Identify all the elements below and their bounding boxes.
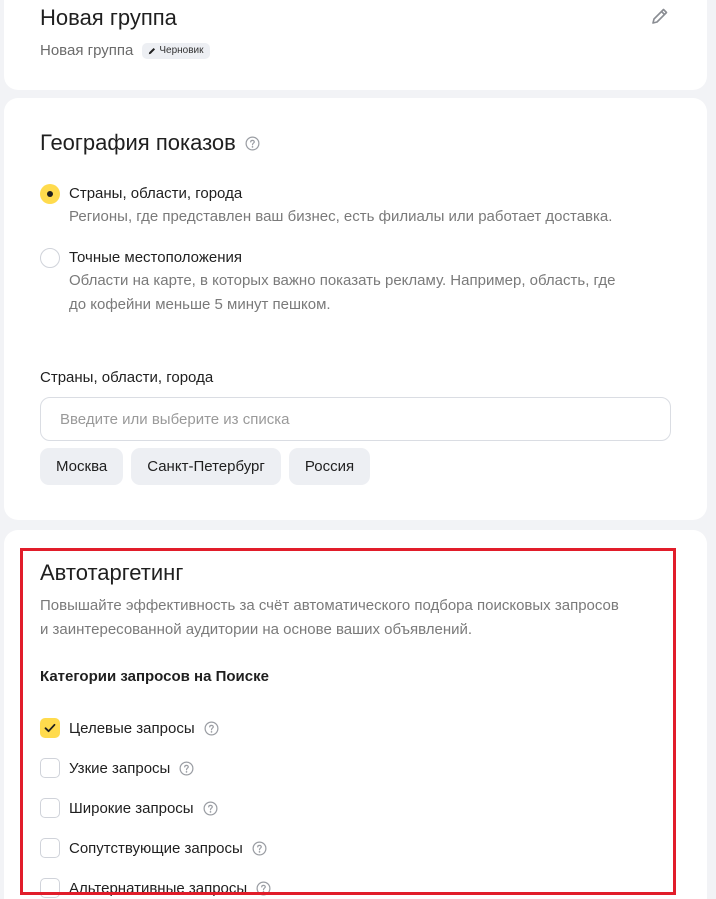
question-circle-icon[interactable] bbox=[245, 136, 260, 151]
checkbox-narrow[interactable] bbox=[40, 758, 60, 778]
question-circle-icon[interactable] bbox=[203, 801, 218, 816]
radio-exact-description-line2: до кофейни меньше 5 минут пешком. bbox=[69, 296, 331, 313]
category-related-label: Сопутствующие запросы bbox=[69, 839, 243, 857]
category-narrow-label: Узкие запросы bbox=[69, 759, 171, 777]
region-chips: Москва Санкт-Петербург Россия bbox=[40, 448, 371, 485]
radio-exact-text: Точные местоположения Области на карте, … bbox=[69, 248, 615, 317]
pencil-small-icon bbox=[149, 47, 156, 54]
group-title: Новая группа bbox=[40, 5, 177, 30]
category-narrow[interactable]: Узкие запросы bbox=[40, 748, 271, 788]
question-circle-icon[interactable] bbox=[179, 761, 194, 776]
group-card: Новая группа Новая группа Черновик bbox=[4, 0, 707, 90]
question-circle-icon[interactable] bbox=[204, 721, 219, 736]
categories-list: Целевые запросы Узкие запросы Широкие за… bbox=[40, 708, 271, 899]
chip-saint-petersburg[interactable]: Санкт-Петербург bbox=[131, 448, 281, 485]
geography-title-row: География показов bbox=[40, 130, 260, 156]
category-broad-label: Широкие запросы bbox=[69, 799, 194, 817]
regions-field-label: Страны, области, города bbox=[40, 369, 214, 386]
radio-exact-description: Области на карте, в которых важно показа… bbox=[69, 269, 615, 317]
radio-regions-label: Страны, области, города bbox=[69, 185, 243, 202]
autotargeting-title: Автотаргетинг bbox=[40, 560, 184, 585]
category-alternative-label: Альтернативные запросы bbox=[69, 879, 248, 897]
checkbox-alternative[interactable] bbox=[40, 878, 60, 898]
category-alternative[interactable]: Альтернативные запросы bbox=[40, 868, 271, 899]
category-target[interactable]: Целевые запросы bbox=[40, 708, 271, 748]
chip-russia[interactable]: Россия bbox=[288, 448, 371, 485]
radio-regions[interactable] bbox=[40, 184, 60, 204]
categories-title: Категории запросов на Поиске bbox=[40, 668, 269, 685]
pencil-icon[interactable] bbox=[648, 4, 672, 28]
checkbox-related[interactable] bbox=[40, 838, 60, 858]
autotargeting-card: Автотаргетинг Повышайте эффективность за… bbox=[4, 530, 707, 899]
category-broad[interactable]: Широкие запросы bbox=[40, 788, 271, 828]
geography-title: География показов bbox=[40, 130, 236, 155]
group-subtitle-row: Новая группа Черновик bbox=[40, 42, 210, 59]
category-related[interactable]: Сопутствующие запросы bbox=[40, 828, 271, 868]
category-target-label: Целевые запросы bbox=[69, 719, 195, 737]
draft-badge: Черновик bbox=[142, 42, 210, 59]
autotargeting-description-line1: Повышайте эффективность за счёт автомати… bbox=[40, 597, 619, 614]
group-subtitle: Новая группа bbox=[40, 42, 134, 59]
radio-option-exact[interactable]: Точные местоположения Области на карте, … bbox=[40, 248, 615, 317]
question-circle-icon[interactable] bbox=[256, 881, 271, 896]
radio-option-regions[interactable]: Страны, области, города Регионы, где пре… bbox=[40, 184, 612, 229]
radio-regions-description: Регионы, где представлен ваш бизнес, ест… bbox=[69, 208, 613, 225]
autotargeting-description: Повышайте эффективность за счёт автомати… bbox=[40, 594, 670, 642]
draft-badge-label: Черновик bbox=[159, 44, 204, 56]
radio-exact-label: Точные местоположения bbox=[69, 249, 242, 266]
chip-moscow[interactable]: Москва bbox=[40, 448, 124, 485]
checkbox-broad[interactable] bbox=[40, 798, 60, 818]
geography-card: География показов Страны, области, город… bbox=[4, 98, 707, 520]
autotargeting-description-line2: и заинтересованной аудитории на основе в… bbox=[40, 621, 473, 638]
checkbox-target[interactable] bbox=[40, 718, 60, 738]
regions-search-input[interactable] bbox=[40, 397, 671, 441]
radio-regions-text: Страны, области, города Регионы, где пре… bbox=[69, 184, 612, 229]
check-icon bbox=[44, 723, 56, 733]
radio-exact-description-line1: Области на карте, в которых важно показа… bbox=[69, 272, 616, 289]
question-circle-icon[interactable] bbox=[252, 841, 267, 856]
radio-exact[interactable] bbox=[40, 248, 60, 268]
